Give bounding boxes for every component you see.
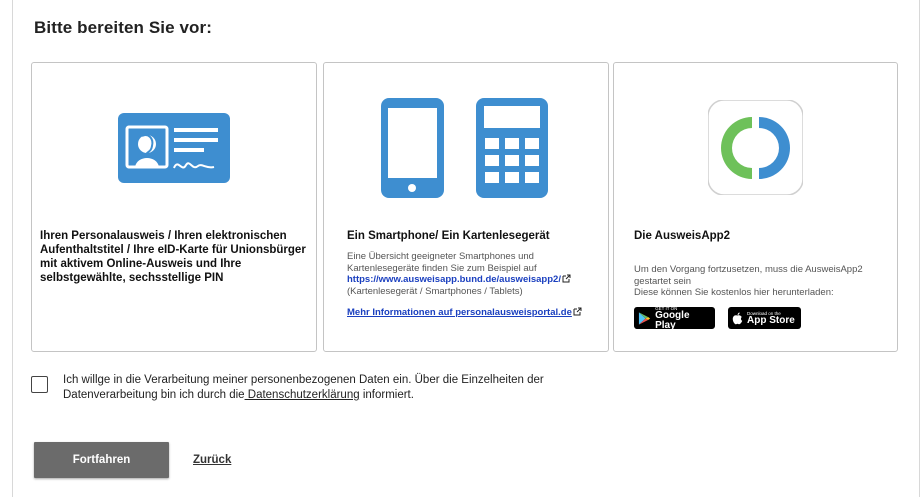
card-text-device: Eine Übersicht geeigneter Smartphones un… [347,251,607,297]
privacy-policy-link[interactable]: Datenschutzerklärung [245,389,360,401]
device-types-text: (Kartenlesegerät / Smartphones / Tablets… [347,285,523,297]
google-play-icon [638,311,651,325]
apple-icon [732,312,743,324]
consent-text: Ich willge in die Verarbeitung meiner pe… [63,373,603,403]
back-link[interactable]: Zurück [193,454,231,466]
card-text-app: Um den Vorgang fortzusetzen, muss die Au… [634,264,894,299]
google-play-button[interactable]: GET IT ON Google Play [634,306,715,331]
id-card-icon [118,113,230,183]
google-badge-big-text: Google Play [655,309,690,331]
card-title-app: Die AusweisApp2 [634,230,731,242]
more-info-link-wrap: Mehr Informationen auf personalausweispo… [347,307,582,318]
more-info-link[interactable]: Mehr Informationen auf personalausweispo… [347,307,572,318]
card-id-document: Ihren Personalausweis / Ihren elektronis… [31,62,317,352]
card-title-device: Ein Smartphone/ Ein Kartenlesegerät [347,230,550,242]
app-store-button[interactable]: Download on the App Store [728,307,801,329]
external-link-icon [573,307,582,316]
ausweisapp-logo-icon [708,100,803,195]
app-download-text: Diese können Sie kostenlos hier herunter… [634,287,834,298]
card-title-id-document: Ihren Personalausweis / Ihren elektronis… [40,230,306,284]
ausweisapp-link[interactable]: https://www.ausweisapp.bund.de/ausweisap… [347,274,561,285]
card-app: Die AusweisApp2 Um den Vorgang fortzuset… [613,62,898,352]
device-intro-text: Eine Übersicht geeigneter Smartphones un… [347,251,537,274]
card-device: Ein Smartphone/ Ein Kartenlesegerät Eine… [323,62,609,352]
page-title: Bitte bereiten Sie vor: [34,18,213,37]
consent-checkbox[interactable] [31,376,48,393]
external-link-icon [562,274,571,283]
consent-text-end: informiert. [359,389,414,401]
apple-badge-big-text: App Store [747,314,795,326]
smartphone-card-reader-icon [379,98,554,198]
continue-button[interactable]: Fortfahren [34,442,169,478]
store-badges: GET IT ON Google Play Download on the Ap… [634,306,801,331]
app-start-text: Um den Vorgang fortzusetzen, muss die Au… [634,264,863,287]
